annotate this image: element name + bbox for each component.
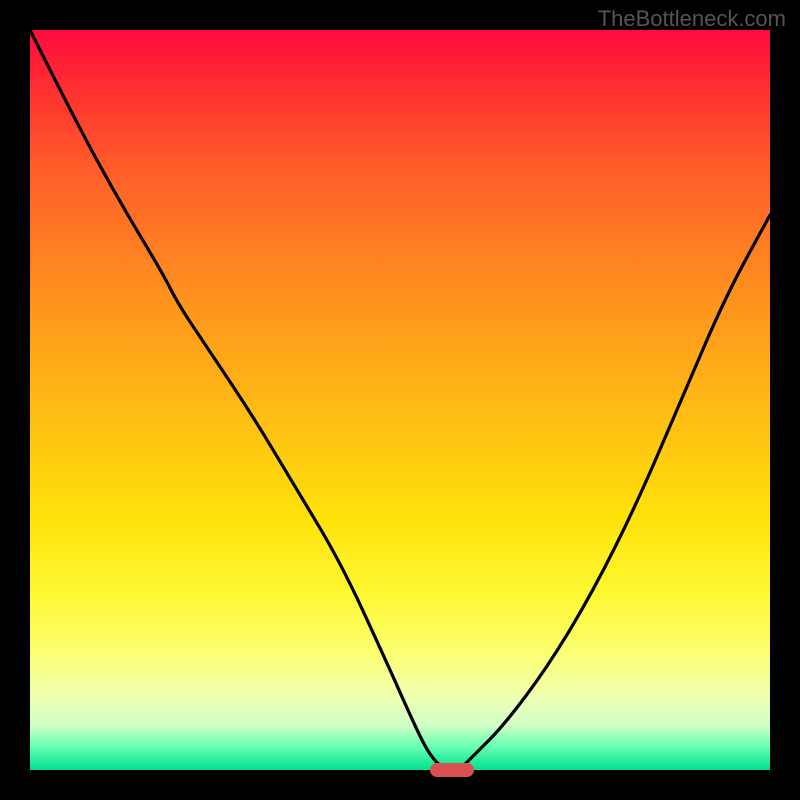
chart-plot-area [30,30,770,770]
bottleneck-marker [430,763,474,777]
bottleneck-curve-svg [30,30,770,770]
watermark-text: TheBottleneck.com [598,6,786,32]
bottleneck-curve-path [30,30,770,770]
